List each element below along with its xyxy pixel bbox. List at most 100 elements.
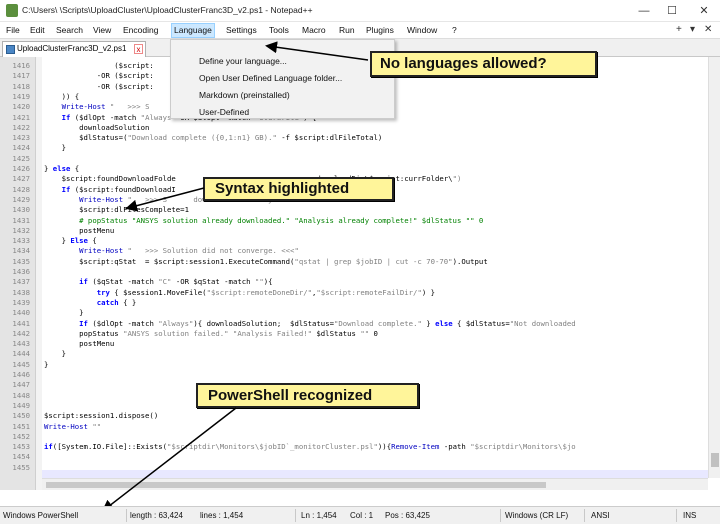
line-number: 1436 xyxy=(12,267,30,276)
menu-encoding[interactable]: Encoding xyxy=(121,24,160,37)
line-number: 1435 xyxy=(12,256,30,266)
line-code: } Else { xyxy=(44,236,97,246)
menu-help[interactable]: ? xyxy=(450,24,459,37)
line-code: ($script: xyxy=(44,61,154,70)
line-code: postMenu xyxy=(44,225,115,235)
line-number: 1451 xyxy=(12,421,30,431)
line-number: 1442 xyxy=(12,328,30,338)
menu-define-language[interactable]: Define your language... xyxy=(199,56,287,66)
status-separator xyxy=(676,509,677,522)
horizontal-scroll-thumb[interactable] xyxy=(46,482,546,488)
line-number: 1421 xyxy=(12,112,30,122)
line-code: popStatus "ANSYS solution failed." "Anal… xyxy=(44,328,378,338)
menu-edit[interactable]: Edit xyxy=(28,24,47,37)
line-number: 1448 xyxy=(12,390,30,400)
line-code: $dlStatus=("Download complete ({0,1:n1} … xyxy=(44,133,383,143)
code-editor[interactable]: 1416 ($script: 1417 -OR ($script: 1418 -OR… xyxy=(0,57,720,490)
line-number: 1449 xyxy=(12,400,30,410)
tab-document[interactable]: UploadClusterFranc3D_v2.ps1 x xyxy=(2,41,146,57)
vertical-scrollbar[interactable] xyxy=(708,57,720,478)
menu-settings[interactable]: Settings xyxy=(224,24,259,37)
line-number: 1433 xyxy=(12,236,30,246)
status-bar: Windows PowerShell length : 63,424 lines… xyxy=(0,506,720,524)
status-separator xyxy=(584,509,585,522)
menu-macro[interactable]: Macro xyxy=(300,24,328,37)
line-code: $script:session1.dispose() xyxy=(44,411,159,421)
line-code: -OR ($script: xyxy=(44,71,154,81)
status-encoding: ANSI xyxy=(591,511,610,520)
line-number: 1446 xyxy=(12,370,30,379)
window-title: C:\Users\ \Scripts\UploadCluster\UploadC… xyxy=(22,5,313,15)
line-number: 1424 xyxy=(12,143,30,153)
line-number: 1420 xyxy=(12,102,30,112)
line-code: downloadSolution xyxy=(44,122,150,132)
line-number: 1417 xyxy=(12,71,30,81)
line-code: )) { xyxy=(44,91,80,101)
status-separator xyxy=(126,509,127,522)
line-number: 1431 xyxy=(12,215,30,225)
fold-margin[interactable] xyxy=(36,57,42,490)
notepadpp-app-icon xyxy=(6,4,18,17)
line-number: 1454 xyxy=(12,452,30,462)
close-doc-icon[interactable]: ✕ xyxy=(704,24,712,35)
menu-view[interactable]: View xyxy=(91,24,113,37)
line-number: 1437 xyxy=(12,277,30,287)
line-number: 1429 xyxy=(12,194,30,204)
line-number: 1418 xyxy=(12,81,30,91)
line-code: } xyxy=(44,349,66,359)
line-number: 1426 xyxy=(12,164,30,173)
line-code: } xyxy=(44,143,66,153)
line-number: 1443 xyxy=(12,339,30,349)
menu-open-udl-folder[interactable]: Open User Defined Language folder... xyxy=(199,73,342,83)
status-length: length : 63,424 xyxy=(130,511,183,520)
close-window-button[interactable]: ✕ xyxy=(694,3,714,19)
line-number: 1422 xyxy=(12,122,30,132)
menu-search[interactable]: Search xyxy=(54,24,85,37)
callout-powershell-recognized: PowerShell recognized xyxy=(196,383,419,408)
minimize-button[interactable]: — xyxy=(634,3,654,19)
status-ln: Ln : 1,454 xyxy=(301,511,337,520)
menu-run[interactable]: Run xyxy=(337,24,357,37)
line-code: try { $session1.MoveFile("$script:remote… xyxy=(96,287,436,297)
tab-list-dropdown-icon[interactable]: ▾ xyxy=(690,24,695,35)
line-code: } xyxy=(44,359,49,369)
tab-close-icon[interactable]: x xyxy=(134,44,143,54)
maximize-button[interactable]: ☐ xyxy=(662,3,682,19)
status-insert-mode: INS xyxy=(683,511,697,520)
horizontal-scrollbar[interactable] xyxy=(42,478,708,490)
line-number: 1416 xyxy=(12,61,30,70)
status-separator xyxy=(500,509,501,522)
line-number: 1425 xyxy=(12,153,30,163)
menu-markdown-preinstalled[interactable]: Markdown (preinstalled) xyxy=(199,90,290,100)
line-code: -OR ($script: xyxy=(44,81,154,91)
status-separator xyxy=(295,509,296,522)
line-code: $script:qStat = $script:session1.Execute… xyxy=(44,256,488,266)
menu-tools[interactable]: Tools xyxy=(267,24,291,37)
menu-window[interactable]: Window xyxy=(405,24,439,37)
menu-language[interactable]: Language xyxy=(171,23,215,38)
line-number: 1427 xyxy=(12,174,30,184)
callout-syntax-highlighted: Syntax highlighted xyxy=(203,177,394,201)
line-number: 1450 xyxy=(12,411,30,421)
status-pos: Pos : 63,425 xyxy=(385,511,430,520)
line-code: } xyxy=(44,308,84,318)
line-number: 1447 xyxy=(12,380,30,390)
language-menu-dropdown: Define your language... Open User Define… xyxy=(170,39,395,119)
menu-plugins[interactable]: Plugins xyxy=(364,24,396,37)
line-code: If ($script:foundDownloadI xyxy=(61,184,176,194)
menu-user-defined[interactable]: User-Defined xyxy=(199,107,249,117)
status-eol: Windows (CR LF) xyxy=(505,511,569,520)
line-code: If ($dlOpt -match "Always"){ downloadSol… xyxy=(79,318,576,328)
line-number: 1423 xyxy=(12,133,30,143)
callout-no-languages: No languages allowed? xyxy=(370,51,597,77)
line-number: 1452 xyxy=(12,431,30,441)
menu-file[interactable]: File xyxy=(4,24,22,37)
status-lines: lines : 1,454 xyxy=(200,511,244,520)
vertical-scroll-thumb[interactable] xyxy=(711,453,719,467)
line-number: 1440 xyxy=(12,308,30,318)
line-number: 1445 xyxy=(12,359,30,369)
line-code: catch { } xyxy=(96,297,137,307)
line-code: $script:dlFilesComplete=1 xyxy=(44,205,189,215)
line-number: 1438 xyxy=(12,287,30,297)
new-tab-plus-icon[interactable]: + xyxy=(676,24,682,35)
